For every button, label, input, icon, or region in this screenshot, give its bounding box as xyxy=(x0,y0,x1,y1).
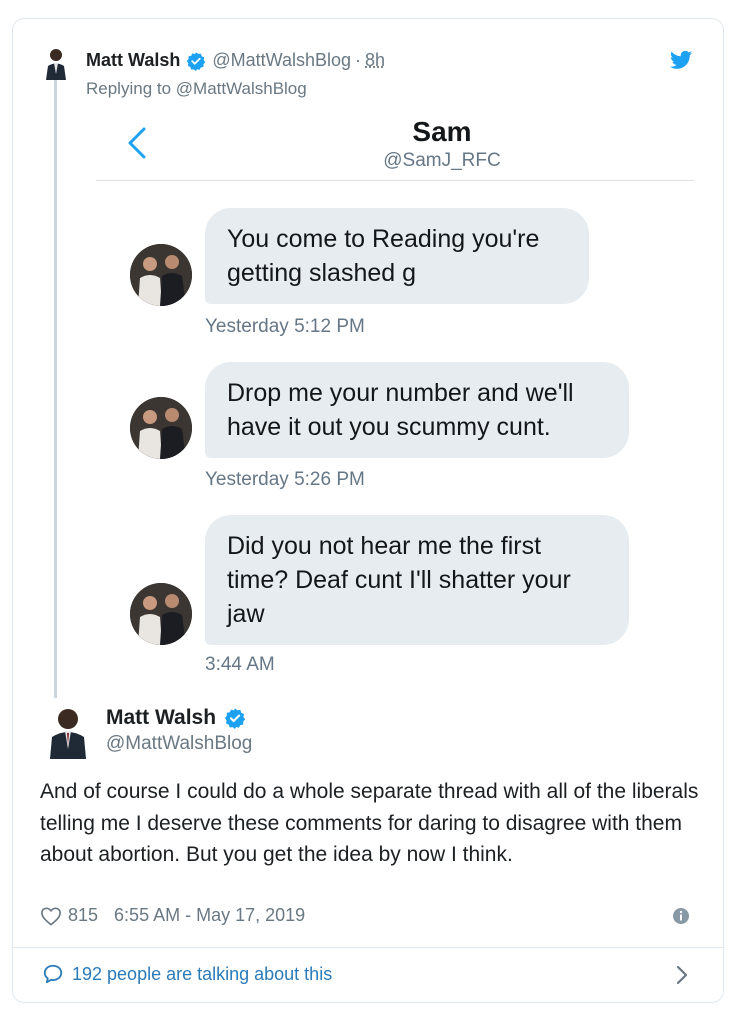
author-name[interactable]: Matt Walsh xyxy=(106,706,216,730)
main-author-name-row: Matt Walsh xyxy=(106,706,252,730)
tweet-meta-row: 815 6:55 AM - May 17, 2019 xyxy=(40,905,305,926)
author-handle[interactable]: @MattWalshBlog xyxy=(212,50,351,71)
separator-dot: · xyxy=(355,50,361,70)
dm-contact-handle: @SamJ_RFC xyxy=(383,150,501,171)
twitter-bird-icon[interactable] xyxy=(670,50,692,70)
conversation-link[interactable]: 192 people are talking about this xyxy=(42,963,332,985)
replying-to-label[interactable]: Replying to @MattWalshBlog xyxy=(86,79,307,99)
sender-avatar xyxy=(130,583,192,645)
info-icon[interactable] xyxy=(672,907,690,925)
tweet-text: And of course I could do a whole separat… xyxy=(40,780,699,866)
message-line: time? Deaf cunt I'll shatter your xyxy=(227,566,571,594)
reply-tweet-header: Matt Walsh @MattWalshBlog · 8h xyxy=(86,50,385,71)
thread-connector-line xyxy=(54,70,57,698)
sender-photo xyxy=(130,583,192,645)
message-line: jaw xyxy=(227,600,265,628)
heart-icon[interactable] xyxy=(40,906,62,926)
message-bubble: You come to Reading you're getting slash… xyxy=(205,208,589,304)
author-avatar[interactable] xyxy=(40,703,96,759)
tweet-timestamp[interactable]: 6:55 AM - May 17, 2019 xyxy=(114,905,305,926)
dm-header-divider xyxy=(96,180,694,181)
tweet-time-link[interactable]: 8h xyxy=(365,50,385,71)
author-avatar[interactable] xyxy=(42,46,70,80)
message-timestamp: 3:44 AM xyxy=(205,654,275,675)
author-handle[interactable]: @MattWalshBlog xyxy=(106,733,252,755)
message-timestamp: Yesterday 5:12 PM xyxy=(205,316,365,337)
sender-photo xyxy=(130,244,192,306)
message-bubble: Drop me your number and we'll have it ou… xyxy=(205,362,629,458)
message-line: Did you not hear me the first xyxy=(227,532,542,560)
like-count[interactable]: 815 xyxy=(68,905,98,926)
verified-badge-icon xyxy=(224,708,246,729)
message-timestamp: Yesterday 5:26 PM xyxy=(205,469,365,490)
speech-bubble-icon xyxy=(43,964,63,984)
message-line: Drop me your number and we'll xyxy=(227,379,574,407)
sender-avatar xyxy=(130,397,192,459)
chevron-right-icon[interactable] xyxy=(674,964,690,986)
sender-photo xyxy=(130,397,192,459)
verified-badge-icon xyxy=(187,51,206,71)
sender-avatar xyxy=(130,244,192,306)
chevron-left-icon[interactable] xyxy=(124,126,150,160)
footer-divider xyxy=(12,947,724,948)
message-bubble: Did you not hear me the first time? Deaf… xyxy=(205,515,629,645)
talking-count-label[interactable]: 192 people are talking about this xyxy=(72,964,332,985)
author-name[interactable]: Matt Walsh xyxy=(86,50,180,71)
message-line: have it out you scummy cunt. xyxy=(227,413,551,441)
message-line: getting slashed g xyxy=(227,259,417,287)
dm-contact-name: Sam xyxy=(412,116,472,147)
message-line: You come to Reading you're xyxy=(227,225,540,253)
